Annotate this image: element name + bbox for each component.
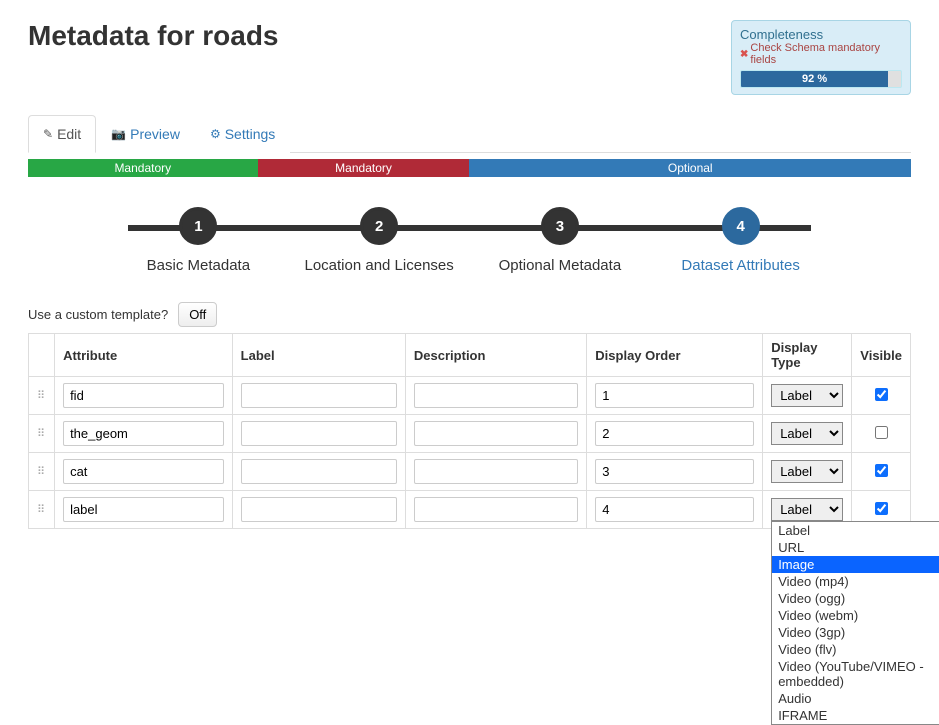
progress-bar: 92 %	[740, 70, 902, 88]
column-handle	[29, 334, 55, 377]
order-input[interactable]	[595, 421, 754, 446]
column-attribute: Attribute	[55, 334, 233, 377]
progress-fill: 92 %	[741, 71, 888, 87]
dropdown-option[interactable]: Audio	[772, 690, 939, 707]
settings-icon: ⚙	[210, 127, 221, 141]
drag-handle-icon[interactable]: ⠿	[29, 377, 55, 415]
table-row: ⠿ Label	[29, 453, 911, 491]
dropdown-option[interactable]: Video (ogg)	[772, 590, 939, 607]
edit-icon: ✎	[43, 127, 53, 141]
visible-checkbox[interactable]	[875, 426, 888, 439]
label-input[interactable]	[241, 459, 397, 484]
visible-checkbox[interactable]	[875, 464, 888, 477]
dropdown-option[interactable]: Video (3gp)	[772, 624, 939, 641]
step-circle: 2	[360, 207, 398, 245]
completeness-title: Completeness	[740, 27, 902, 42]
display-type-select[interactable]: Label	[771, 384, 843, 407]
column-visible: Visible	[852, 334, 911, 377]
tab-bar: ✎ Edit 📷 Preview ⚙ Settings	[28, 115, 911, 153]
tab-label: Edit	[57, 126, 81, 142]
step-circle: 4	[722, 207, 760, 245]
drag-handle-icon[interactable]: ⠿	[29, 415, 55, 453]
dropdown-option[interactable]: IFRAME	[772, 707, 939, 724]
column-description: Description	[405, 334, 586, 377]
table-row: ⠿ Label	[29, 415, 911, 453]
custom-template-toggle[interactable]: Off	[178, 302, 217, 327]
step-1[interactable]: 1 Basic Metadata	[108, 207, 289, 274]
tab-label: Preview	[130, 126, 180, 142]
table-row: ⠿LabelLabelURLImageVideo (mp4)Video (ogg…	[29, 491, 911, 529]
display-type-dropdown[interactable]: LabelURLImageVideo (mp4)Video (ogg)Video…	[771, 521, 939, 725]
column-display-order: Display Order	[587, 334, 763, 377]
attribute-input[interactable]	[63, 497, 224, 522]
order-input[interactable]	[595, 497, 754, 522]
drag-handle-icon[interactable]: ⠿	[29, 491, 55, 529]
column-display-type: Display Type	[763, 334, 852, 377]
completeness-message: ✖ Check Schema mandatory fields	[740, 42, 902, 66]
step-circle: 3	[541, 207, 579, 245]
step-label: Dataset Attributes	[681, 257, 799, 274]
band-green: Mandatory	[28, 159, 258, 177]
attribute-input[interactable]	[63, 421, 224, 446]
completeness-panel: Completeness ✖ Check Schema mandatory fi…	[731, 20, 911, 95]
dropdown-option[interactable]: Video (flv)	[772, 641, 939, 658]
wizard-stepper: 1 Basic Metadata 2 Location and Licenses 3 Op…	[28, 177, 911, 274]
band-blue: Optional	[469, 159, 911, 177]
description-input[interactable]	[414, 459, 578, 484]
step-circle: 1	[179, 207, 217, 245]
description-input[interactable]	[414, 497, 578, 522]
drag-handle-icon[interactable]: ⠿	[29, 453, 55, 491]
attribute-input[interactable]	[63, 459, 224, 484]
display-type-select[interactable]: Label	[771, 460, 843, 483]
label-input[interactable]	[241, 497, 397, 522]
band-row: MandatoryMandatoryOptional	[28, 159, 911, 177]
step-label: Location and Licenses	[304, 257, 453, 274]
visible-checkbox[interactable]	[875, 388, 888, 401]
dropdown-option[interactable]: URL	[772, 539, 939, 556]
step-2[interactable]: 2 Location and Licenses	[289, 207, 470, 274]
attributes-table: Attribute Label Description Display Orde…	[28, 333, 911, 529]
display-type-select[interactable]: Label	[771, 422, 843, 445]
custom-template-label: Use a custom template?	[28, 307, 168, 322]
tab-edit[interactable]: ✎ Edit	[28, 115, 96, 153]
display-type-select[interactable]: Label	[771, 498, 843, 521]
tab-settings[interactable]: ⚙ Settings	[195, 115, 290, 153]
step-label: Optional Metadata	[499, 257, 622, 274]
label-input[interactable]	[241, 383, 397, 408]
description-input[interactable]	[414, 383, 578, 408]
dropdown-option[interactable]: Label	[772, 522, 939, 539]
error-icon: ✖	[740, 49, 748, 60]
step-4[interactable]: 4 Dataset Attributes	[650, 207, 831, 274]
table-row: ⠿ Label	[29, 377, 911, 415]
band-red: Mandatory	[258, 159, 470, 177]
page-title: Metadata for roads	[28, 20, 279, 52]
dropdown-option[interactable]: Video (mp4)	[772, 573, 939, 590]
description-input[interactable]	[414, 421, 578, 446]
dropdown-option[interactable]: Video (webm)	[772, 607, 939, 624]
dropdown-option[interactable]: Image	[772, 556, 939, 573]
column-label: Label	[232, 334, 405, 377]
order-input[interactable]	[595, 383, 754, 408]
preview-icon: 📷	[111, 127, 126, 141]
visible-checkbox[interactable]	[875, 502, 888, 515]
step-3[interactable]: 3 Optional Metadata	[470, 207, 651, 274]
dropdown-option[interactable]: Video (YouTube/VIMEO - embedded)	[772, 658, 939, 690]
order-input[interactable]	[595, 459, 754, 484]
tab-preview[interactable]: 📷 Preview	[96, 115, 195, 153]
label-input[interactable]	[241, 421, 397, 446]
step-label: Basic Metadata	[147, 257, 250, 274]
tab-label: Settings	[225, 126, 276, 142]
attribute-input[interactable]	[63, 383, 224, 408]
